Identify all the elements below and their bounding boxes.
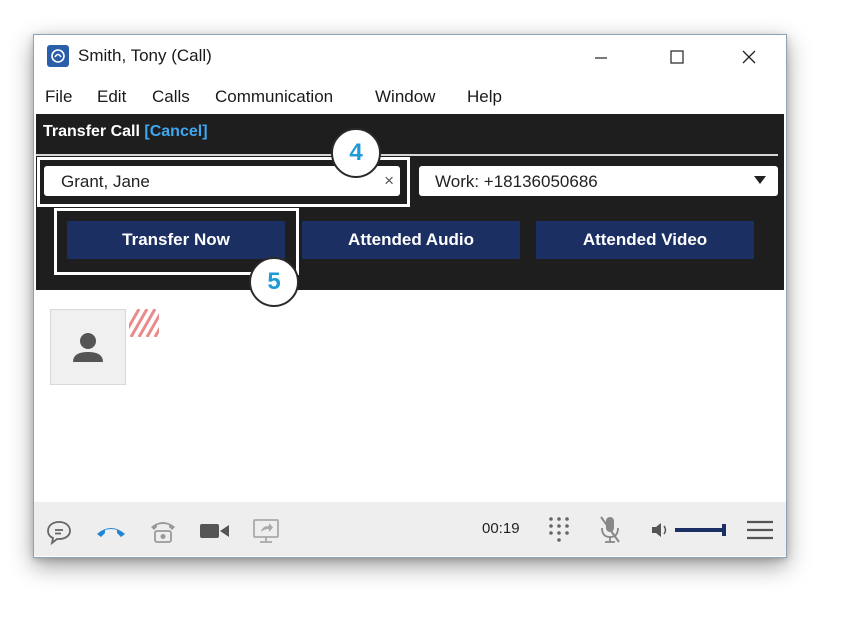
- video-camera-icon[interactable]: [199, 522, 231, 540]
- transfer-call-heading: Transfer Call [Cancel]: [43, 123, 208, 141]
- close-button[interactable]: [726, 41, 772, 73]
- chevron-down-icon: [754, 176, 766, 184]
- menu-file[interactable]: File: [45, 87, 72, 107]
- menu-edit[interactable]: Edit: [97, 87, 126, 107]
- call-toolbar: 00:19: [34, 502, 786, 556]
- callout-step-4: 4: [331, 128, 381, 178]
- transfer-call-title: Transfer Call: [43, 123, 140, 140]
- title-bar: Smith, Tony (Call): [34, 35, 786, 79]
- attended-audio-button[interactable]: Attended Audio: [302, 221, 520, 259]
- menu-communication[interactable]: Communication: [215, 87, 333, 107]
- window-title: Smith, Tony (Call): [78, 46, 212, 65]
- dialpad-icon[interactable]: [546, 515, 572, 545]
- call-window: Smith, Tony (Call) File Edit Calls Commu…: [33, 34, 787, 558]
- attended-video-button[interactable]: Attended Video: [536, 221, 754, 259]
- callout-step-5: 5: [249, 257, 299, 307]
- minimize-button[interactable]: [578, 41, 624, 73]
- call-content-area: [36, 290, 784, 501]
- chat-icon[interactable]: [45, 519, 73, 545]
- menu-help[interactable]: Help: [467, 87, 502, 107]
- hang-up-icon[interactable]: [94, 523, 128, 539]
- share-screen-icon[interactable]: [252, 518, 280, 544]
- menu-bar: File Edit Calls Communication Window Hel…: [34, 79, 786, 113]
- call-timer: 00:19: [482, 520, 520, 537]
- avatar: [50, 309, 126, 385]
- menu-window[interactable]: Window: [375, 87, 435, 107]
- avatar-icon: [73, 333, 103, 362]
- selected-number-value: Work: +18136050686: [435, 172, 598, 191]
- maximize-button[interactable]: [654, 41, 700, 73]
- panel-divider: [36, 154, 778, 156]
- menu-icon[interactable]: [746, 519, 774, 541]
- speaker-volume-icon[interactable]: [651, 522, 729, 538]
- minimize-icon: [595, 57, 607, 59]
- close-icon: [742, 50, 756, 64]
- cancel-transfer-link[interactable]: [Cancel]: [144, 123, 207, 140]
- menu-calls[interactable]: Calls: [152, 87, 190, 107]
- maximize-icon: [670, 50, 684, 64]
- presence-badge: [129, 309, 159, 337]
- app-icon: [47, 45, 69, 67]
- phone-icon[interactable]: [148, 517, 178, 545]
- microphone-muted-icon[interactable]: [599, 515, 621, 545]
- phone-number-select[interactable]: Work: +18136050686: [419, 166, 778, 196]
